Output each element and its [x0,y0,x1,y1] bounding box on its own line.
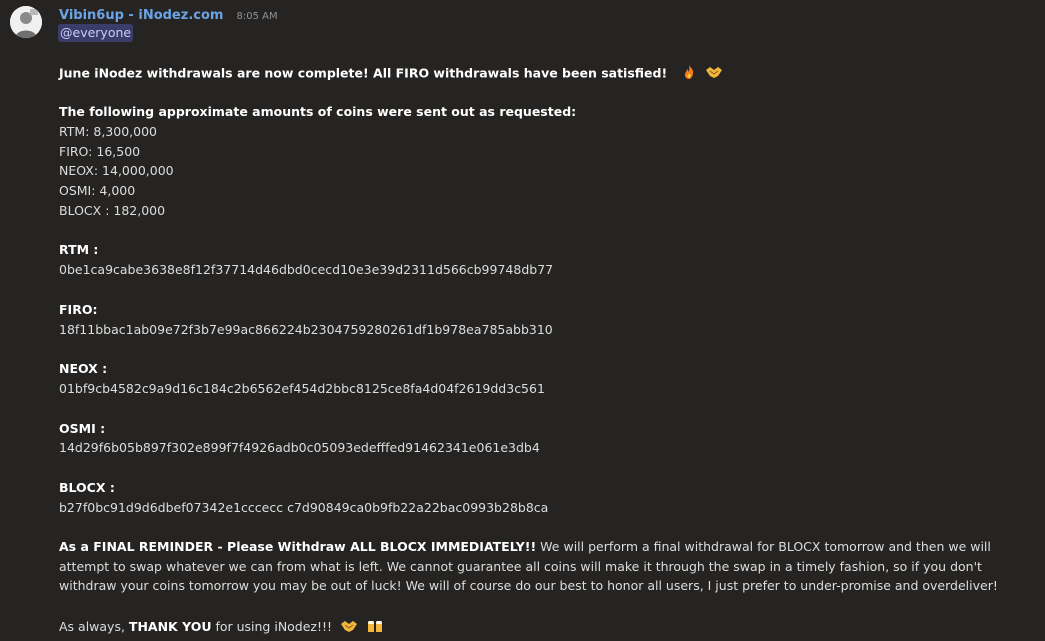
user-avatar[interactable] [10,6,42,38]
amount-firo: FIRO: 16,500 [59,144,141,159]
handshake-icon [705,65,723,83]
amount-neox: NEOX: 14,000,000 [59,163,174,178]
chat-message: Vibin6up - iNodez.com 8:05 AM @everyone … [0,0,1045,641]
message-header: Vibin6up - iNodez.com 8:05 AM [59,4,278,23]
tx-label-blocx: BLOCX : [59,480,115,495]
closing-pre-text: As always, [59,619,129,634]
reminder-bold-text: As a FINAL REMINDER - Please Withdraw AL… [59,539,537,554]
everyone-mention[interactable]: @everyone [58,24,134,42]
tx-id-neox: 01bf9cb4582c9a9d16c184c2b6562ef454d2bbc8… [59,381,545,396]
beer-icon [366,619,384,637]
amount-osmi: OSMI: 4,000 [59,183,136,198]
headline-line: June iNodez withdrawals are now complete… [59,64,723,84]
tx-label-rtm: RTM : [59,242,99,257]
final-reminder-paragraph: As a FINAL REMINDER - Please Withdraw AL… [59,537,1034,596]
closing-line: As always, THANK YOU for using iNodez!!! [59,618,384,637]
closing-post-text: for using iNodez!!! [211,619,333,634]
tx-id-osmi: 14d29f6b05b897f302e899f7f4926adb0c05093e… [59,440,540,455]
headline-text: June iNodez withdrawals are now complete… [59,65,668,81]
author-name[interactable]: Vibin6up - iNodez.com [59,8,223,23]
handshake-icon [340,619,358,637]
tx-label-firo: FIRO: [59,302,98,317]
tx-label-neox: NEOX : [59,361,108,376]
amount-rtm: RTM: 8,300,000 [59,124,157,139]
amounts-heading: The following approximate amounts of coi… [59,104,577,119]
fire-icon [681,64,697,84]
tx-label-osmi: OSMI : [59,421,106,436]
closing-bold-text: THANK YOU [128,619,212,634]
tx-id-firo: 18f11bbac1ab09e72f3b7e99ac866224b2304759… [59,322,553,337]
tx-id-blocx: b27f0bc91d9d6dbef07342e1cccecc c7d90849c… [59,500,549,515]
message-timestamp: 8:05 AM [236,11,278,22]
amount-blocx: BLOCX : 182,000 [59,203,166,218]
tx-id-rtm: 0be1ca9cabe3638e8f12f37714d46dbd0cecd10e… [59,262,554,277]
